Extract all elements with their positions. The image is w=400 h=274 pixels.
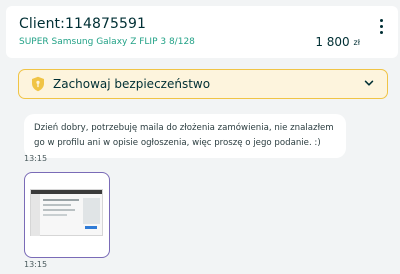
chat-area: Zachowaj bezpieczeństwo Dzień dobry, pot… [6,62,398,274]
ad-price: 1 800 zł [315,35,360,49]
message-bubble: Dzień dobry, potrzebuję maila do złożeni… [24,114,346,158]
ad-title-link[interactable]: SUPER Samsung Galaxy Z FLIP 3 8/128 [19,37,195,47]
client-title: Client:114875591 [19,16,147,32]
more-vertical-icon [379,19,383,22]
message-timestamp: 13:15 [24,154,48,163]
screenshot-image [30,189,103,236]
safety-banner-label: Zachowaj bezpieczeństwo [53,77,211,91]
shield-icon [32,76,44,92]
attachment-timestamp: 13:15 [24,260,48,269]
image-attachment[interactable] [24,172,110,258]
chevron-down-icon[interactable] [363,77,375,89]
safety-banner[interactable]: Zachowaj bezpieczeństwo [18,69,388,99]
price-value: 1 800 [315,35,350,49]
conversation-header: Client:114875591 SUPER Samsung Galaxy Z … [6,6,398,58]
more-options-button[interactable] [374,16,388,38]
price-currency: zł [353,38,360,47]
